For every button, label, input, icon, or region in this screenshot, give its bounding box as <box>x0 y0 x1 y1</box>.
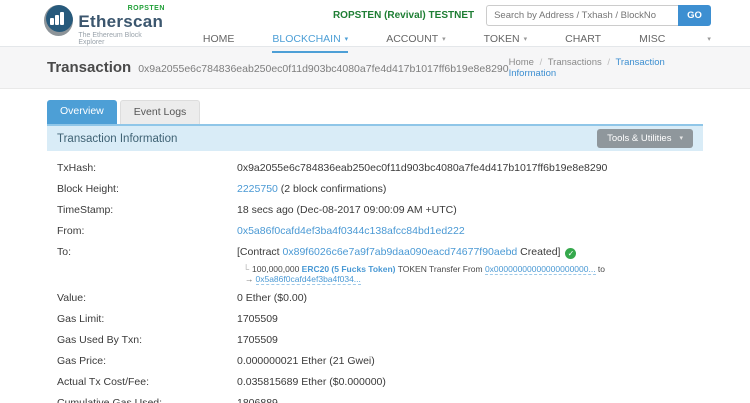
gas-price-value: 0.000000021 Ether (21 Gwei) <box>237 355 375 368</box>
tx-cost-value: 0.035815689 Ether ($0.000000) <box>237 376 386 389</box>
etherscan-logo-icon <box>44 5 73 36</box>
search-go-button[interactable]: GO <box>678 5 711 26</box>
row-label: Block Height: <box>57 183 237 196</box>
row-label: Gas Limit: <box>57 313 237 326</box>
block-confirmations: (2 block confirmations) <box>278 183 387 195</box>
row-label: To: <box>57 246 237 284</box>
breadcrumb: Home / Transactions / Transaction Inform… <box>509 57 703 79</box>
value-value: 0 Ether ($0.00) <box>237 292 307 305</box>
chevron-down-icon: ▾ <box>524 36 528 43</box>
token-link[interactable]: ERC20 (5 Fucks Token) <box>302 264 396 274</box>
tab-overview[interactable]: Overview <box>47 100 117 124</box>
chevron-down-icon: ▾ <box>442 36 446 43</box>
row-label: Gas Price: <box>57 355 237 368</box>
tools-utilities-button[interactable]: Tools & Utilities▾ <box>597 129 693 148</box>
etherscan-logo[interactable]: ROPSTEN Etherscan The Ethereum Block Exp… <box>44 0 165 46</box>
table-row: Block Height: 2225750 (2 block confirmat… <box>47 179 703 200</box>
arrow-right-icon: → <box>245 274 254 284</box>
title-bar: Transaction0x9a2055e6c784836eab250ec0f11… <box>0 47 750 89</box>
nav-item-token[interactable]: TOKEN▾ <box>484 30 528 53</box>
table-row: Gas Limit: 1705509 <box>47 309 703 330</box>
nav-item-more-dropdown[interactable]: ▾ <box>703 30 711 53</box>
table-row: Value: 0 Ether ($0.00) <box>47 288 703 309</box>
transfer-from-address-link[interactable]: 0x00000000000000000000... <box>485 264 596 275</box>
row-label: From: <box>57 225 237 238</box>
testnet-label: ROPSTEN (Revival) TESTNET <box>333 10 474 21</box>
chevron-down-icon: ▾ <box>679 135 683 142</box>
tab-event-logs[interactable]: Event Logs <box>120 100 201 124</box>
timestamp-value: 18 secs ago (Dec-08-2017 09:00:09 AM +UT… <box>237 204 457 217</box>
table-row: To: [Contract 0x89f6026c6e7a9f7ab9daa090… <box>47 242 703 288</box>
row-label: Cumulative Gas Used: <box>57 397 237 403</box>
logo-brand: Etherscan <box>78 13 165 30</box>
gas-limit-value: 1705509 <box>237 313 278 326</box>
transfer-to-address-link[interactable]: 0x5a86f0cafd4ef3ba4f034... <box>256 274 361 285</box>
logo-network-label: ROPSTEN <box>128 5 165 12</box>
chevron-down-icon: ▾ <box>707 36 711 43</box>
contract-verified-check-icon: ✓ <box>565 248 576 259</box>
to-contract-line: [Contract 0x89f6026c6e7a9f7ab9daa090eacd… <box>237 246 693 259</box>
row-label: TimeStamp: <box>57 204 237 217</box>
nav-item-blockchain[interactable]: BLOCKCHAIN▾ <box>272 30 348 53</box>
row-label: TxHash: <box>57 162 237 175</box>
nav-item-home[interactable]: HOME <box>203 30 235 53</box>
token-transfer-line: └100,000,000 ERC20 (5 Fucks Token) TOKEN… <box>237 264 693 284</box>
contract-address-link[interactable]: 0x89f6026c6e7a9f7ab9daa090eacd74677f90ae… <box>283 246 518 258</box>
table-row: Actual Tx Cost/Fee: 0.035815689 Ether ($… <box>47 372 703 393</box>
row-label: Actual Tx Cost/Fee: <box>57 376 237 389</box>
page-title: Transaction0x9a2055e6c784836eab250ec0f11… <box>47 59 509 76</box>
transaction-info-table: TxHash: 0x9a2055e6c784836eab250ec0f11d90… <box>47 151 703 403</box>
txhash-value: 0x9a2055e6c784836eab250ec0f11d903bc4080a… <box>237 162 607 175</box>
panel-header: Transaction Information Tools & Utilitie… <box>47 124 703 151</box>
row-label: Value: <box>57 292 237 305</box>
tab-bar: Overview Event Logs <box>47 100 703 124</box>
main-nav: HOME BLOCKCHAIN▾ ACCOUNT▾ TOKEN▾ CHART M… <box>165 30 711 53</box>
table-row: Gas Used By Txn: 1705509 <box>47 330 703 351</box>
table-row: Cumulative Gas Used: 1806889 <box>47 393 703 403</box>
search-input[interactable] <box>486 5 678 26</box>
nav-item-account[interactable]: ACCOUNT▾ <box>386 30 445 53</box>
table-row: TimeStamp: 18 secs ago (Dec-08-2017 09:0… <box>47 200 703 221</box>
block-height-link[interactable]: 2225750 <box>237 183 278 195</box>
breadcrumb-home[interactable]: Home <box>509 57 534 68</box>
table-row: From: 0x5a86f0cafd4ef3ba4f0344c138afcc84… <box>47 221 703 242</box>
panel-title: Transaction Information <box>57 133 177 145</box>
nav-item-misc[interactable]: MISC <box>639 30 665 53</box>
cumulative-gas-value: 1806889 <box>237 397 278 403</box>
tree-corner-icon: └ <box>243 264 249 274</box>
nav-item-chart[interactable]: CHART <box>565 30 601 53</box>
page-title-hash: 0x9a2055e6c784836eab250ec0f11d903bc4080a… <box>138 63 508 75</box>
logo-tagline: The Ethereum Block Explorer <box>78 32 165 46</box>
gas-used-value: 1705509 <box>237 334 278 347</box>
top-header: ROPSTEN Etherscan The Ethereum Block Exp… <box>0 0 750 47</box>
table-row: TxHash: 0x9a2055e6c784836eab250ec0f11d90… <box>47 158 703 179</box>
breadcrumb-transactions[interactable]: Transactions <box>548 57 602 68</box>
row-label: Gas Used By Txn: <box>57 334 237 347</box>
table-row: Gas Price: 0.000000021 Ether (21 Gwei) <box>47 351 703 372</box>
from-address-link[interactable]: 0x5a86f0cafd4ef3ba4f0344c138afcc84bd1ed2… <box>237 225 465 237</box>
chevron-down-icon: ▾ <box>345 36 349 43</box>
